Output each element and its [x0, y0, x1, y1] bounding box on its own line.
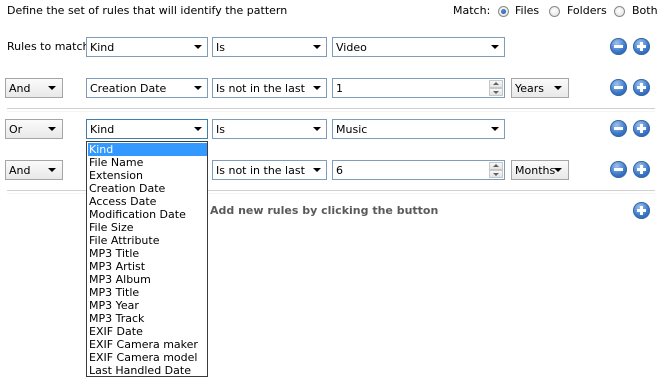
g1-rule1-field-select[interactable]: Kind: [86, 37, 208, 57]
g1-rule2-field-select[interactable]: Creation Date: [86, 78, 208, 98]
g1-rule2-connector-value: And: [9, 82, 31, 95]
chevron-down-icon: [190, 80, 206, 96]
g1-rule2-field-value: Creation Date: [90, 82, 167, 95]
dropdown-option[interactable]: Creation Date: [88, 182, 207, 195]
dropdown-option[interactable]: MP3 Title: [88, 286, 207, 299]
chevron-down-icon: [48, 168, 56, 172]
g1-rule2-amount-value: 1: [336, 82, 343, 95]
remove-rule-icon[interactable]: [610, 38, 627, 55]
remove-rule-icon[interactable]: [610, 120, 627, 137]
chevron-down-icon: [309, 162, 325, 178]
add-group-icon[interactable]: [633, 202, 650, 219]
radio-both[interactable]: [614, 6, 625, 17]
g1-rule1-operator-select[interactable]: Is: [212, 37, 327, 57]
spin-up-icon[interactable]: [489, 80, 503, 88]
g2-rule1-field-value: Kind: [90, 123, 115, 136]
g2-rule2-connector-value: And: [9, 164, 31, 177]
add-rules-hint: Add new rules by clicking the button: [210, 204, 439, 217]
add-rule-icon[interactable]: [633, 38, 650, 55]
g2-rule1-connector-value: Or: [9, 123, 23, 136]
dropdown-option[interactable]: EXIF Date: [88, 325, 207, 338]
dropdown-option[interactable]: MP3 Artist: [88, 260, 207, 273]
remove-rule-icon[interactable]: [610, 79, 627, 96]
chevron-down-icon: [309, 80, 325, 96]
g1-rule1-operator-value: Is: [216, 41, 225, 54]
dropdown-option[interactable]: Last Handled Date: [88, 364, 207, 377]
g2-rule1-connector-select[interactable]: Or: [5, 119, 63, 139]
chevron-down-icon: [48, 127, 56, 131]
match-label: Match:: [453, 4, 491, 17]
radio-both-label[interactable]: Both: [632, 4, 658, 18]
g2-rule1-value-select[interactable]: Music: [332, 119, 505, 139]
g1-rule2-unit-select[interactable]: Years: [511, 78, 569, 98]
radio-folders-label[interactable]: Folders: [567, 4, 607, 18]
g2-rule2-amount-spinner[interactable]: 6: [332, 160, 505, 180]
add-rule-icon[interactable]: [633, 79, 650, 96]
field-dropdown-list[interactable]: Kind File Name Extension Creation Date A…: [86, 141, 208, 377]
g1-rule2-operator-value: Is not in the last: [216, 82, 305, 95]
dropdown-option[interactable]: EXIF Camera maker: [88, 338, 207, 351]
chevron-down-icon: [309, 121, 325, 137]
radio-files[interactable]: [498, 6, 509, 17]
dropdown-option[interactable]: Modification Date: [88, 208, 207, 221]
dropdown-option[interactable]: Extension: [88, 169, 207, 182]
g1-rule1-value-select[interactable]: Video: [332, 37, 505, 57]
group-separator: [7, 108, 655, 112]
chevron-down-icon: [487, 39, 503, 55]
add-rule-icon[interactable]: [633, 120, 650, 137]
instruction-text: Define the set of rules that will identi…: [7, 4, 288, 17]
g1-rule2-unit-value: Years: [515, 82, 545, 95]
g1-rule2-amount-spinner[interactable]: 1: [332, 78, 505, 98]
radio-files-label[interactable]: Files: [515, 4, 539, 18]
g2-rule2-unit-select[interactable]: Months: [511, 160, 569, 180]
g2-rule2-operator-select[interactable]: Is not in the last: [212, 160, 327, 180]
dropdown-option[interactable]: MP3 Album: [88, 273, 207, 286]
chevron-down-icon: [190, 121, 206, 137]
dropdown-option[interactable]: MP3 Track: [88, 312, 207, 325]
chevron-down-icon: [554, 168, 562, 172]
g2-rule1-operator-select[interactable]: Is: [212, 119, 327, 139]
g2-rule2-unit-value: Months: [515, 164, 556, 177]
g2-rule2-amount-value: 6: [336, 164, 343, 177]
dropdown-option[interactable]: Kind: [88, 143, 207, 156]
chevron-down-icon: [554, 86, 562, 90]
g2-rule1-value-text: Music: [336, 123, 368, 136]
dropdown-option[interactable]: File Name: [88, 156, 207, 169]
remove-rule-icon[interactable]: [610, 161, 627, 178]
g2-rule1-operator-value: Is: [216, 123, 225, 136]
spin-up-icon[interactable]: [489, 162, 503, 170]
dropdown-option[interactable]: File Attribute: [88, 234, 207, 247]
g2-rule2-operator-value: Is not in the last: [216, 164, 305, 177]
g2-rule1-field-select[interactable]: Kind: [86, 119, 208, 139]
spin-down-icon[interactable]: [489, 170, 503, 178]
dropdown-option[interactable]: Access Date: [88, 195, 207, 208]
chevron-down-icon: [48, 86, 56, 90]
add-rule-icon[interactable]: [633, 161, 650, 178]
dropdown-option[interactable]: MP3 Title: [88, 247, 207, 260]
g1-rule1-field-value: Kind: [90, 41, 115, 54]
g1-rule2-operator-select[interactable]: Is not in the last: [212, 78, 327, 98]
g2-rule2-connector-select[interactable]: And: [5, 160, 63, 180]
rules-to-match-label: Rules to match:: [7, 40, 94, 53]
spin-down-icon[interactable]: [489, 88, 503, 96]
dropdown-option[interactable]: File Size: [88, 221, 207, 234]
chevron-down-icon: [309, 39, 325, 55]
chevron-down-icon: [487, 121, 503, 137]
g1-rule2-connector-select[interactable]: And: [5, 78, 63, 98]
g1-rule1-value-text: Video: [336, 41, 367, 54]
chevron-down-icon: [190, 39, 206, 55]
dropdown-option[interactable]: EXIF Camera model: [88, 351, 207, 364]
dropdown-option[interactable]: MP3 Year: [88, 299, 207, 312]
radio-folders[interactable]: [549, 6, 560, 17]
